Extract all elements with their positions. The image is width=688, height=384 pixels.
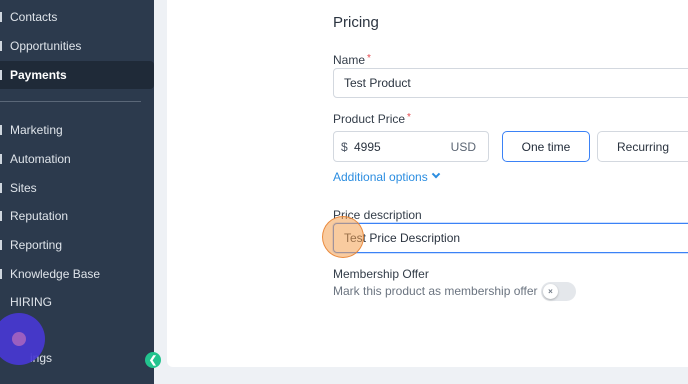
price-input[interactable]: $ 4995 USD [333, 131, 489, 162]
membership-offer-title: Membership Offer [333, 267, 429, 281]
sites-icon [0, 183, 5, 193]
sidebar-item-contacts[interactable]: Contacts [0, 3, 154, 31]
required-mark: * [407, 112, 411, 123]
sidebar-item-reporting[interactable]: Reporting [0, 231, 154, 259]
chevron-left-icon: ❮ [148, 354, 158, 366]
name-input[interactable]: Test Product [333, 68, 688, 98]
price-value: 4995 [354, 140, 381, 154]
marketing-icon [0, 125, 5, 135]
sidebar-item-marketing[interactable]: Marketing [0, 116, 154, 144]
name-label-text: Name [333, 53, 366, 67]
knowledge-base-icon [0, 269, 5, 279]
price-description-input[interactable]: Test Price Description [333, 223, 688, 253]
sidebar-item-payments[interactable]: Payments [0, 61, 154, 89]
sidebar-item-automation[interactable]: Automation [0, 145, 154, 173]
payments-icon [0, 70, 5, 80]
membership-offer-help: Mark this product as membership offer [333, 284, 538, 298]
price-description-value: Test Price Description [344, 231, 461, 245]
sidebar-item-label: Opportunities [10, 39, 82, 53]
sidebar-item-opportunities[interactable]: Opportunities [0, 32, 154, 60]
sidebar-item-sites[interactable]: Sites [0, 174, 154, 202]
close-icon: × [543, 284, 558, 299]
avatar [12, 332, 26, 346]
product-price-label: Product Price * [333, 112, 411, 126]
sidebar-item-reputation[interactable]: Reputation [0, 202, 154, 230]
currency-code: USD [450, 140, 476, 154]
sidebar-item-label: Reputation [10, 209, 69, 223]
sidebar-item-label: Knowledge Base [10, 267, 101, 281]
required-mark: * [367, 53, 371, 64]
sidebar-item-knowledge-base[interactable]: Knowledge Base [0, 260, 154, 288]
sidebar-item-label: Payments [10, 68, 67, 82]
price-description-label: Price description [333, 208, 422, 222]
sidebar-item-label: Marketing [10, 123, 63, 137]
sidebar-divider [0, 101, 141, 102]
currency-symbol: $ [341, 140, 348, 154]
additional-options-label: Additional options [333, 170, 428, 184]
section-title: Pricing [333, 14, 379, 31]
sidebar-item-label: Automation [10, 152, 71, 166]
one-time-button[interactable]: One time [502, 131, 590, 162]
contacts-icon [0, 12, 5, 22]
reputation-icon [0, 211, 5, 221]
opportunities-icon [0, 41, 5, 51]
chevron-down-icon [431, 169, 440, 179]
sidebar-item-hiring[interactable]: HIRING [0, 288, 154, 316]
product-price-label-text: Product Price [333, 112, 406, 126]
membership-offer-toggle[interactable]: × [541, 282, 576, 301]
sidebar-item-label: Reporting [10, 238, 63, 252]
sidebar-item-label: HIRING [10, 295, 52, 309]
automation-icon [0, 154, 5, 164]
sidebar-item-label: Sites [10, 181, 37, 195]
additional-options-link[interactable]: Additional options [333, 169, 440, 184]
name-label: Name * [333, 53, 371, 67]
sidebar-collapse-button[interactable]: ❮ [145, 352, 161, 368]
name-input-value: Test Product [344, 76, 411, 90]
reporting-icon [0, 240, 5, 250]
recurring-button[interactable]: Recurring [597, 131, 688, 162]
sidebar-item-label: Contacts [10, 10, 58, 24]
